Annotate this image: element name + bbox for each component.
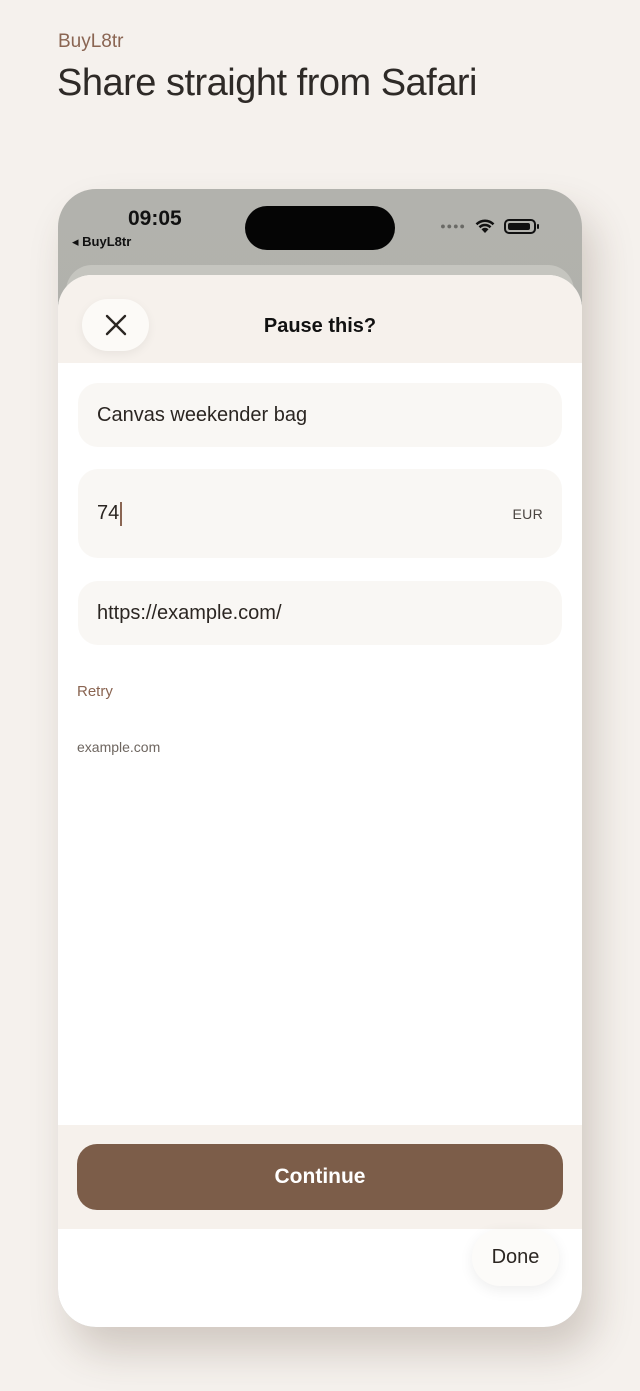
dynamic-island — [245, 206, 395, 250]
wifi-icon — [475, 219, 495, 233]
item-name-field[interactable]: Canvas weekender bag — [78, 383, 562, 447]
price-value: 74 — [97, 502, 120, 524]
item-name-value: Canvas weekender bag — [97, 403, 308, 426]
battery-icon — [504, 218, 539, 234]
price-field[interactable]: 74 EUR — [78, 469, 562, 558]
continue-button[interactable]: Continue — [77, 1144, 563, 1210]
domain-label: example.com — [77, 739, 161, 755]
page-headline: Share straight from Safari — [57, 62, 477, 104]
brand-label: BuyL8tr — [58, 31, 124, 52]
status-icons: ●●●● — [440, 218, 539, 234]
back-to-app-link[interactable]: ◂ BuyL8tr — [72, 234, 131, 250]
sheet-title: Pause this? — [263, 315, 377, 337]
status-time: 09:05 — [128, 207, 182, 230]
phone-frame: 09:05 ◂ BuyL8tr ●●●● Pause this? Canvas … — [58, 189, 582, 1327]
url-field[interactable]: https://example.com/ — [78, 581, 562, 645]
retry-link[interactable]: Retry — [77, 683, 113, 700]
url-value: https://example.com/ — [97, 601, 282, 624]
text-caret — [120, 501, 123, 526]
price-input-value: 74 — [97, 501, 123, 526]
currency-label: EUR — [512, 505, 543, 522]
share-sheet: Pause this? Canvas weekender bag 74 EUR … — [58, 275, 582, 1327]
signal-dots-icon: ●●●● — [440, 221, 466, 231]
done-button[interactable]: Done — [472, 1229, 559, 1286]
